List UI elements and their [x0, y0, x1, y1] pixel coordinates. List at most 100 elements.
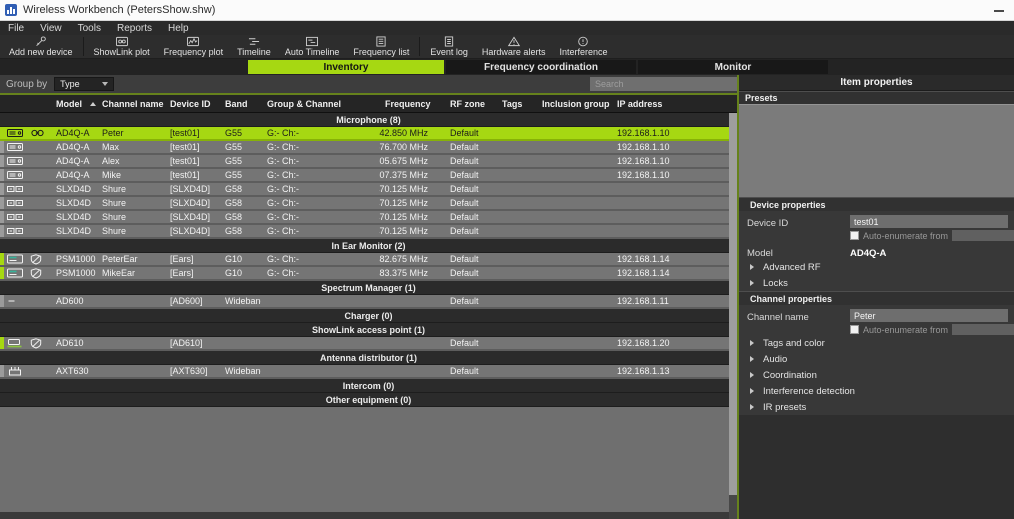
table-row[interactable]: AD610 [AD610] Default 192.168.1.20	[0, 337, 737, 351]
cell-band: G55	[225, 170, 243, 180]
column-header[interactable]: Device ID	[164, 95, 219, 112]
device-properties-header[interactable]: Device properties	[739, 197, 1014, 211]
search-input[interactable]	[590, 77, 737, 91]
cell-ip: 192.168.1.10	[617, 128, 670, 138]
column-header[interactable]: IP address	[611, 95, 737, 112]
cell-inclusion-group	[536, 169, 611, 181]
device-auto-enumerate-input[interactable]	[952, 230, 1014, 241]
minimize-button[interactable]	[994, 10, 1004, 12]
table-row[interactable]: SLXD4D Shure [SLXD4D] G58 G:- Ch:- 470.125 MH…	[0, 225, 737, 239]
add-new-device-button[interactable]: Add new device	[2, 35, 80, 58]
expander-locks[interactable]: Locks	[739, 275, 1014, 291]
section-header[interactable]: ShowLink access point (1)	[0, 323, 737, 337]
section-header[interactable]: Antenna distributor (1)	[0, 351, 737, 365]
tab-inventory[interactable]: Inventory	[248, 60, 444, 74]
device-id-input[interactable]	[850, 215, 1008, 228]
table-row[interactable]: PSM1000 MikeEar [Ears] G10 G:- Ch:- 483.375 M…	[0, 267, 737, 281]
channel-auto-enumerate-input[interactable]	[952, 324, 1014, 335]
showlink-plot-button[interactable]: ShowLink plot	[87, 35, 157, 58]
expander-ir-presets[interactable]: IR presets	[739, 399, 1014, 415]
cell-model: AD600	[56, 296, 84, 306]
cell-frequency	[379, 365, 444, 377]
cell-inclusion-group	[536, 365, 611, 377]
tab-frequency-coordination[interactable]: Frequency coordination	[446, 60, 636, 74]
table-row[interactable]: AXT630 [AXT630] Wideband Default 192.168.1.1…	[0, 365, 737, 379]
table-row[interactable]: PSM1000 PeterEar [Ears] G10 G:- Ch:- 482.675 …	[0, 253, 737, 267]
model-value: AD4Q-A	[850, 248, 887, 259]
column-header[interactable]: Band	[219, 95, 261, 112]
scrollbar-thumb[interactable]	[729, 113, 737, 495]
row-icon-cell	[0, 337, 50, 349]
menu-view[interactable]: View	[32, 21, 70, 35]
section-header[interactable]: Spectrum Manager (1)	[0, 281, 737, 295]
cell-ip: 192.168.1.10	[617, 156, 670, 166]
channel-name-input[interactable]	[850, 309, 1008, 322]
timeline-button[interactable]: Timeline	[230, 35, 278, 58]
menu-help[interactable]: Help	[160, 21, 197, 35]
cell-rf-zone: Default	[450, 156, 479, 166]
section-header[interactable]: Intercom (0)	[0, 379, 737, 393]
hardware-alerts-button[interactable]: Hardware alerts	[475, 35, 553, 58]
device-auto-enumerate-label: Auto-enumerate from	[863, 230, 949, 241]
table-row[interactable]: AD4Q-A Alex [test01] G55 G:- Ch:- 605.675 MHz…	[0, 155, 737, 169]
vertical-scrollbar[interactable]	[729, 113, 737, 519]
expander-interference-detection[interactable]: Interference detection	[739, 383, 1014, 399]
expander-audio[interactable]: Audio	[739, 351, 1014, 367]
presets-section-header[interactable]: Presets	[739, 91, 1014, 104]
table-row[interactable]: AD4Q-A Mike [test01] G55 G:- Ch:- 607.375 MHz…	[0, 169, 737, 183]
cell-model: PSM1000	[56, 254, 96, 264]
expander-advanced-rf[interactable]: Advanced RF	[739, 259, 1014, 275]
frequency-plot-button[interactable]: Frequency plot	[157, 35, 231, 58]
menu-file[interactable]: File	[0, 21, 32, 35]
expander-arrow-icon	[750, 404, 754, 410]
row-status-indicator	[0, 169, 4, 181]
frequency-list-button[interactable]: Frequency list	[346, 35, 416, 58]
channel-properties-header[interactable]: Channel properties	[739, 291, 1014, 305]
shield-slash-icon	[30, 267, 42, 279]
menu-tools[interactable]: Tools	[70, 21, 109, 35]
event-log-button[interactable]: Event log	[423, 35, 475, 58]
cell-inclusion-group	[536, 225, 611, 237]
table-row[interactable]: AD4Q-A Peter [test01] G55 G:- Ch:- 542.850 MH…	[0, 127, 737, 141]
column-header-label: Channel name	[102, 98, 164, 109]
device-auto-enumerate-checkbox[interactable]	[850, 231, 859, 240]
interference-button[interactable]: Interference	[552, 35, 614, 58]
cell-rf-zone: Default	[450, 170, 479, 180]
cell-band: G55	[225, 128, 243, 138]
table-row[interactable]: SLXD4D Shure [SLXD4D] G58 G:- Ch:- 470.125 MH…	[0, 197, 737, 211]
auto-timeline-button[interactable]: Auto Timeline	[278, 35, 347, 58]
expander-tags-and-color[interactable]: Tags and color	[739, 335, 1014, 351]
section-header[interactable]: In Ear Monitor (2)	[0, 239, 737, 253]
expander-coordination[interactable]: Coordination	[739, 367, 1014, 383]
column-header[interactable]: Inclusion group	[536, 95, 611, 112]
table-row[interactable]: AD600 [AD600] Wideband Default 192.168.1.11	[0, 295, 737, 309]
tab-monitor[interactable]: Monitor	[638, 60, 828, 74]
cell-inclusion-group	[536, 267, 611, 279]
cell-group-channel: G:- Ch:-	[267, 128, 300, 138]
column-header[interactable]	[0, 95, 50, 112]
menu-reports[interactable]: Reports	[109, 21, 160, 35]
model-label: Model	[747, 248, 773, 259]
interference-circle-icon	[578, 36, 589, 47]
item-properties-title: Item properties	[739, 75, 1014, 91]
section-header[interactable]: Charger (0)	[0, 309, 737, 323]
section-header[interactable]: Other equipment (0)	[0, 393, 737, 407]
expander-arrow-icon	[750, 340, 754, 346]
column-header[interactable]: Model	[50, 95, 96, 112]
column-header[interactable]: RF zone	[444, 95, 496, 112]
cell-channel-name	[96, 365, 164, 377]
model-row: Model AD4Q-A	[739, 241, 1014, 259]
column-header[interactable]: Group & Channel	[261, 95, 379, 112]
cell-ip	[611, 225, 737, 237]
group-by-dropdown[interactable]: Type	[54, 77, 115, 91]
column-header[interactable]: Frequency	[379, 95, 444, 112]
table-row[interactable]: AD4Q-A Max [test01] G55 G:- Ch:- 576.700 MHz D…	[0, 141, 737, 155]
table-controls-row: Group by Type	[0, 75, 737, 93]
column-header[interactable]: Tags	[496, 95, 536, 112]
section-header[interactable]: Microphone (8)	[0, 113, 737, 127]
table-row[interactable]: SLXD4D Shure [SLXD4D] G58 G:- Ch:- 470.125 MH…	[0, 183, 737, 197]
channel-auto-enumerate-checkbox[interactable]	[850, 325, 859, 334]
cell-band: G10	[225, 254, 243, 264]
column-header[interactable]: Channel name	[96, 95, 164, 112]
table-row[interactable]: SLXD4D Shure [SLXD4D] G58 G:- Ch:- 470.125 MH…	[0, 211, 737, 225]
